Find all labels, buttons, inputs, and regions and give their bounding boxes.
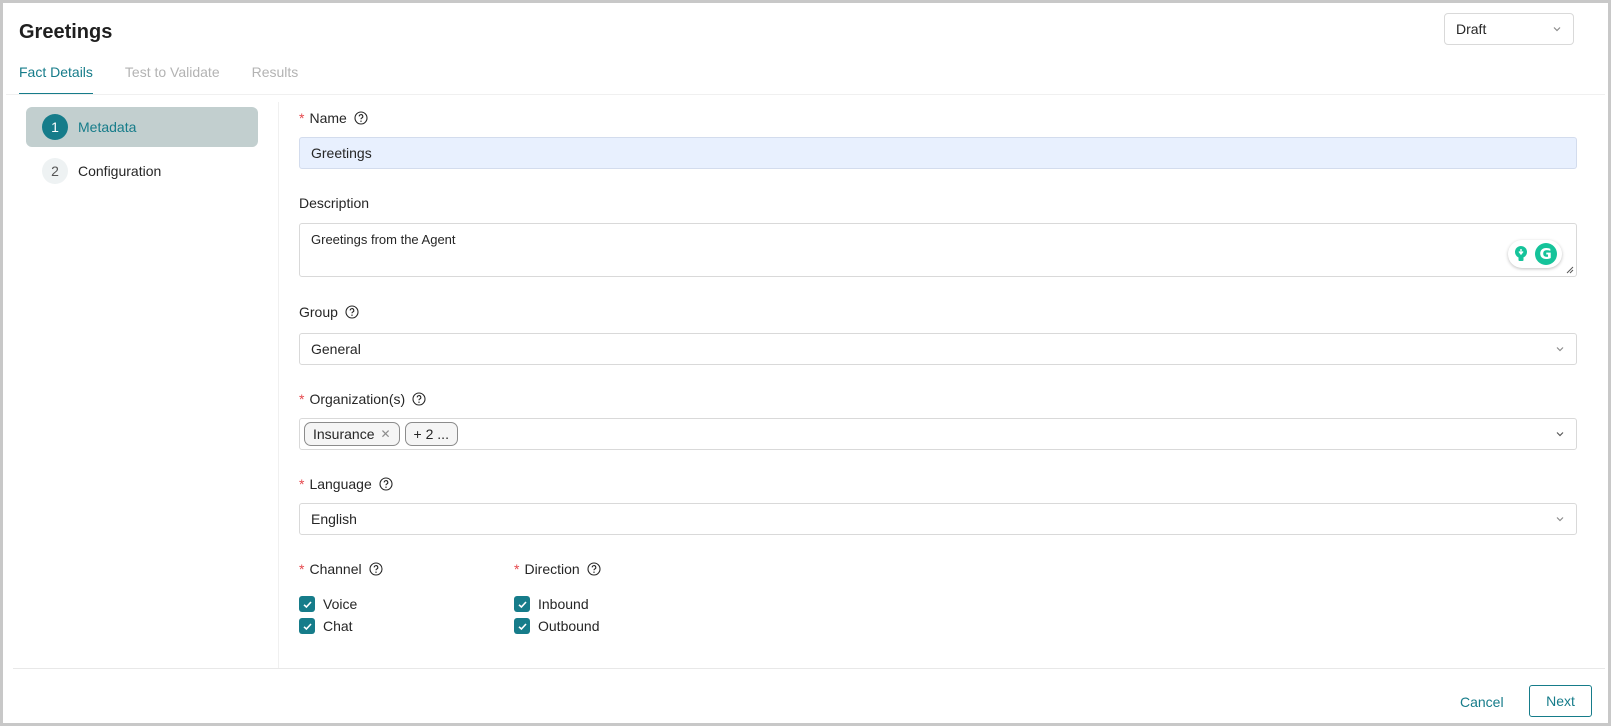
- more-tags-badge[interactable]: + 2 ...: [404, 422, 458, 446]
- grammarly-icon[interactable]: G: [1508, 240, 1562, 268]
- channel-direction-row: * Channel Voice Chat * Direction Inbound…: [299, 558, 1577, 637]
- grammarly-logo-icon: G: [1534, 243, 1557, 265]
- channel-label: Channel: [309, 561, 362, 577]
- description-label: Description: [299, 195, 370, 211]
- language-value: English: [311, 511, 357, 527]
- direction-label: Direction: [524, 561, 580, 577]
- tabs-divider: [6, 94, 1605, 95]
- channel-group: * Channel Voice Chat: [299, 558, 514, 637]
- group-value: General: [311, 341, 361, 357]
- channel-label-row: * Channel: [299, 558, 514, 580]
- footer-divider: [13, 668, 1605, 669]
- next-button[interactable]: Next: [1529, 685, 1592, 717]
- name-input[interactable]: Greetings: [299, 137, 1577, 169]
- organizations-label: Organization(s): [309, 391, 406, 407]
- organization-tag-label: Insurance: [313, 426, 375, 442]
- chevron-down-icon: [1555, 344, 1565, 354]
- required-marker: *: [299, 391, 305, 407]
- channel-chat-checkbox[interactable]: Chat: [299, 615, 514, 637]
- organization-tag: Insurance ✕: [304, 422, 400, 446]
- step-configuration[interactable]: 2 Configuration: [26, 151, 258, 191]
- name-label-row: * Name: [299, 107, 1577, 129]
- check-icon: [299, 596, 315, 612]
- description-textarea[interactable]: Greetings from the Agent G: [299, 223, 1577, 277]
- required-marker: *: [514, 561, 520, 577]
- question-circle-icon[interactable]: [587, 562, 601, 576]
- language-label-row: * Language: [299, 473, 1577, 495]
- metadata-form: * Name Greetings Description Greetings f…: [299, 107, 1577, 637]
- description-label-row: Description: [299, 192, 1577, 214]
- status-select[interactable]: Draft: [1444, 13, 1574, 45]
- channel-voice-checkbox[interactable]: Voice: [299, 593, 514, 615]
- step-metadata[interactable]: 1 Metadata: [26, 107, 258, 147]
- lightbulb-icon: [1515, 246, 1528, 261]
- required-marker: *: [299, 476, 305, 492]
- cancel-button[interactable]: Cancel: [1450, 686, 1514, 718]
- direction-group: * Direction Inbound Outbound: [514, 558, 729, 637]
- required-marker: *: [299, 561, 305, 577]
- required-marker: *: [299, 110, 305, 126]
- step-number: 1: [42, 114, 68, 140]
- tab-results[interactable]: Results: [252, 61, 299, 95]
- group-label: Group: [299, 304, 338, 320]
- checkbox-label: Outbound: [538, 618, 600, 634]
- chevron-down-icon: [1555, 429, 1565, 439]
- app-window: Greetings Draft Fact Details Test to Val…: [0, 0, 1611, 726]
- status-value: Draft: [1456, 21, 1487, 37]
- direction-inbound-checkbox[interactable]: Inbound: [514, 593, 729, 615]
- close-icon[interactable]: ✕: [380, 427, 390, 441]
- step-label: Configuration: [78, 163, 162, 179]
- vertical-divider: [278, 102, 279, 668]
- tab-fact-details[interactable]: Fact Details: [19, 61, 93, 95]
- question-circle-icon[interactable]: [345, 305, 359, 319]
- question-circle-icon[interactable]: [379, 477, 393, 491]
- language-label: Language: [309, 476, 372, 492]
- check-icon: [299, 618, 315, 634]
- chevron-down-icon: [1555, 514, 1565, 524]
- check-icon: [514, 596, 530, 612]
- organizations-tags: Insurance ✕ + 2 ...: [304, 422, 458, 446]
- checkbox-label: Inbound: [538, 596, 589, 612]
- direction-label-row: * Direction: [514, 558, 729, 580]
- page-title: Greetings: [19, 21, 113, 43]
- checkbox-label: Voice: [323, 596, 358, 612]
- organizations-label-row: * Organization(s): [299, 388, 1577, 410]
- checkbox-label: Chat: [323, 618, 353, 634]
- step-label: Metadata: [78, 119, 137, 135]
- organizations-multiselect[interactable]: Insurance ✕ + 2 ...: [299, 418, 1577, 450]
- question-circle-icon[interactable]: [369, 562, 383, 576]
- name-label: Name: [309, 110, 347, 126]
- description-value: Greetings from the Agent: [311, 232, 456, 247]
- tab-bar: Fact Details Test to Validate Results: [19, 61, 298, 95]
- tab-test-to-validate[interactable]: Test to Validate: [125, 61, 220, 95]
- group-label-row: Group: [299, 301, 1577, 323]
- step-number: 2: [42, 158, 68, 184]
- chevron-down-icon: [1552, 24, 1562, 34]
- resize-handle-icon[interactable]: [1564, 264, 1574, 274]
- question-circle-icon[interactable]: [412, 392, 426, 406]
- check-icon: [514, 618, 530, 634]
- question-circle-icon[interactable]: [354, 111, 368, 125]
- step-nav: 1 Metadata 2 Configuration: [26, 107, 258, 195]
- language-select[interactable]: English: [299, 503, 1577, 535]
- direction-outbound-checkbox[interactable]: Outbound: [514, 615, 729, 637]
- group-select[interactable]: General: [299, 333, 1577, 365]
